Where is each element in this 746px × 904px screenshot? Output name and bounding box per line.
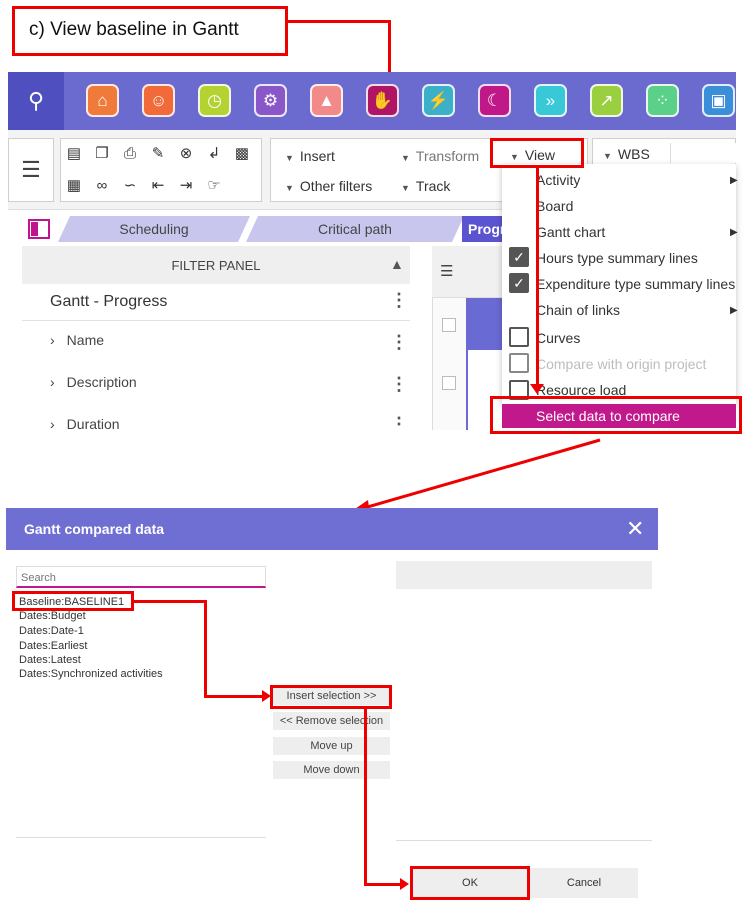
list-item[interactable]: Dates:Synchronized activities [19,668,163,680]
arrow-line [204,695,266,698]
selected-list-header [396,561,652,589]
list-item[interactable]: Dates:Earliest [19,640,87,652]
cancel-button[interactable]: Cancel [530,868,638,898]
list-item[interactable]: Dates:Date-1 [19,625,84,637]
divider [16,837,266,838]
arrow-head [400,878,409,890]
close-icon[interactable]: ✕ [626,516,644,542]
highlight-baseline [12,591,134,611]
move-up-button[interactable]: Move up [273,737,390,755]
arrow-line [134,600,206,603]
highlight-insert-selection [270,685,392,709]
divider [396,840,652,841]
arrow-line [204,600,207,698]
dialog-title-bar: Gantt compared data [6,508,658,550]
arrow-line [364,883,404,886]
list-item[interactable]: Dates:Budget [19,610,86,622]
dialog-title: Gantt compared data [24,521,165,537]
search-input[interactable] [16,566,266,588]
list-item[interactable]: Dates:Latest [19,654,81,666]
highlight-ok [410,866,530,900]
remove-selection-button[interactable]: << Remove selection [273,712,390,730]
move-down-button[interactable]: Move down [273,761,390,779]
arrow-line [364,709,367,885]
